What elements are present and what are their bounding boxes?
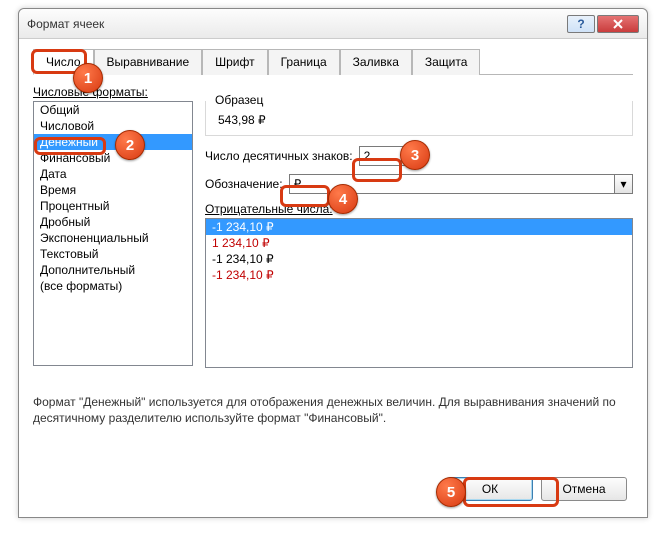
format-item[interactable]: Денежный [34, 134, 192, 150]
client-area: ЧислоВыравниваниеШрифтГраницаЗаливкаЗащи… [19, 39, 647, 436]
help-button[interactable]: ? [567, 15, 595, 33]
close-icon [613, 19, 623, 29]
tab-3[interactable]: Граница [268, 49, 340, 75]
negatives-list[interactable]: -1 234,10 ₽1 234,10 ₽-1 234,10 ₽-1 234,1… [205, 218, 633, 368]
symbol-label: Обозначение: [205, 177, 283, 191]
close-button[interactable] [597, 15, 639, 33]
callout-3: 3 [400, 140, 430, 170]
dialog-footer: ОК Отмена [447, 477, 627, 501]
window-title: Формат ячеек [27, 17, 565, 31]
format-item[interactable]: Общий [34, 102, 192, 118]
negative-item[interactable]: -1 234,10 ₽ [206, 219, 632, 235]
callout-1: 1 [73, 63, 103, 93]
format-item[interactable]: Числовой [34, 118, 192, 134]
negative-item[interactable]: -1 234,10 ₽ [206, 251, 632, 267]
cancel-button[interactable]: Отмена [541, 477, 627, 501]
symbol-dropdown-button[interactable]: ▾ [615, 174, 633, 194]
tab-1[interactable]: Выравнивание [94, 49, 203, 75]
titlebar: Формат ячеек ? [19, 9, 647, 39]
callout-4: 4 [328, 184, 358, 214]
tab-2[interactable]: Шрифт [202, 49, 267, 75]
format-item[interactable]: (все форматы) [34, 278, 192, 294]
negative-item[interactable]: -1 234,10 ₽ [206, 267, 632, 283]
dialog-window: Формат ячеек ? ЧислоВыравниваниеШрифтГра… [18, 8, 648, 518]
format-item[interactable]: Дата [34, 166, 192, 182]
callout-5: 5 [436, 477, 466, 507]
format-list[interactable]: ОбщийЧисловойДенежныйФинансовыйДатаВремя… [33, 101, 193, 366]
decimals-label: Число десятичных знаков: [205, 149, 353, 163]
negatives-label: Отрицательные числа: [205, 202, 633, 216]
sample-label: Образец [212, 93, 266, 107]
format-item[interactable]: Процентный [34, 198, 192, 214]
tab-strip: ЧислоВыравниваниеШрифтГраницаЗаливкаЗащи… [33, 49, 633, 75]
negative-item[interactable]: 1 234,10 ₽ [206, 235, 632, 251]
format-item[interactable]: Дробный [34, 214, 192, 230]
format-item[interactable]: Время [34, 182, 192, 198]
format-description: Формат "Денежный" используется для отобр… [33, 394, 633, 426]
tab-5[interactable]: Защита [412, 49, 481, 75]
format-item[interactable]: Текстовый [34, 246, 192, 262]
format-item[interactable]: Экспоненциальный [34, 230, 192, 246]
sample-value: 543,98 ₽ [214, 111, 624, 129]
formats-label: Числовые форматы: [33, 85, 633, 99]
callout-2: 2 [115, 130, 145, 160]
sample-group: Образец 543,98 ₽ [205, 101, 633, 136]
tab-4[interactable]: Заливка [340, 49, 412, 75]
format-item[interactable]: Финансовый [34, 150, 192, 166]
format-item[interactable]: Дополнительный [34, 262, 192, 278]
